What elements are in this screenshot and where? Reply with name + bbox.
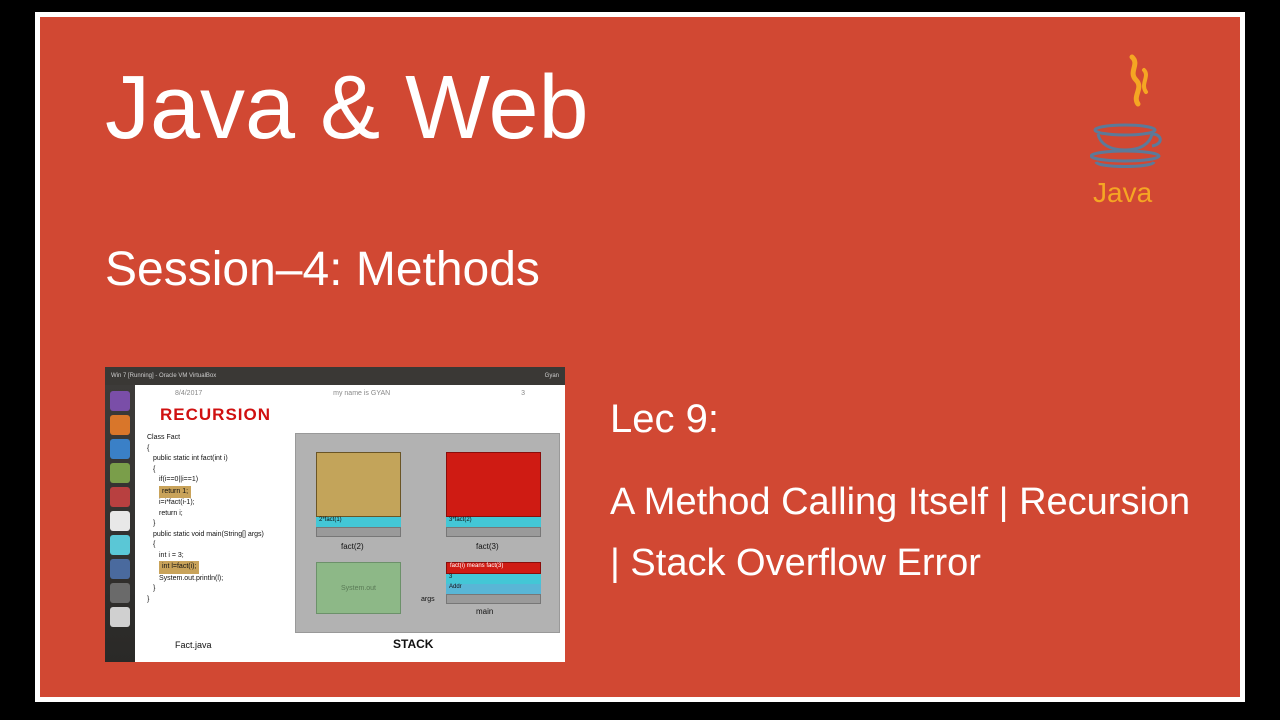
thumb-doc-header: 8/4/2017 my name is GYAN 3 <box>135 385 565 401</box>
code-line-highlight: return 1; <box>159 486 297 499</box>
sidebar-icon <box>110 511 130 531</box>
code-line: } <box>153 584 297 595</box>
subtitle: Session–4: Methods <box>105 242 540 297</box>
sidebar-icon <box>110 463 130 483</box>
code-line: { <box>147 444 297 455</box>
lecture-desc-line2: | Stack Overflow Error <box>610 542 981 584</box>
code-line: int i = 3; <box>159 551 297 562</box>
code-line: System.out.println(l); <box>159 574 297 585</box>
stack-label-main: main <box>476 607 493 616</box>
java-cup-icon <box>1090 122 1170 172</box>
code-line: return i; <box>159 509 297 520</box>
thumb-titlebar-right: Gyan <box>545 373 559 379</box>
thumb-stack-panel: 2*fact(1) fact(2) 3*fact(2) fact(3) Syst… <box>295 433 560 633</box>
stack-frame-main-i: 3 <box>446 574 541 584</box>
sidebar-icon <box>110 439 130 459</box>
thumb-window-titlebar: Win 7 [Running] - Oracle VM VirtualBox G… <box>105 367 565 385</box>
stack-frame-main-addr: Addr <box>446 584 541 594</box>
stack-frame-fact3-base <box>446 527 541 537</box>
stack-frame-fact3-val: 3*fact(2) <box>446 517 541 527</box>
lecture-desc-line1: A Method Calling Itself | Recursion <box>610 481 1190 523</box>
stack-frame-main-base <box>446 594 541 604</box>
thumb-heading-recursion: RECURSION <box>160 405 271 425</box>
thumb-filename: Fact.java <box>175 640 212 650</box>
sidebar-icon <box>110 415 130 435</box>
stack-frame-main-call: fact(i) means fact(3) <box>446 562 541 574</box>
lecture-number: Lec 9: <box>610 397 719 442</box>
screenshot-thumbnail: Win 7 [Running] - Oracle VM VirtualBox G… <box>105 367 565 662</box>
code-line: } <box>147 595 297 606</box>
sidebar-icon <box>110 535 130 555</box>
lecture-description: A Method Calling Itself | Recursion | St… <box>610 472 1190 594</box>
code-line: } <box>153 519 297 530</box>
java-logo-label: Java <box>1093 177 1152 209</box>
code-line: Class Fact <box>147 433 297 444</box>
sidebar-icon <box>110 583 130 603</box>
slide-canvas: Java & Web Session–4: Methods Java Lec 9… <box>35 12 1245 702</box>
stack-frame-fact2-val: 2*fact(1) <box>316 517 401 527</box>
sidebar-icon <box>110 559 130 579</box>
stack-label-fact2: fact(2) <box>341 542 364 551</box>
code-line: { <box>153 465 297 476</box>
thumb-sidebar <box>105 385 135 662</box>
stack-label-fact3: fact(3) <box>476 542 499 551</box>
thumb-header-page: 3 <box>521 390 525 397</box>
code-line: public static void main(String[] args) <box>153 530 297 541</box>
stack-heading: STACK <box>393 637 433 651</box>
thumb-header-date: 8/4/2017 <box>175 390 202 397</box>
code-line: public static int fact(int i) <box>153 454 297 465</box>
thumb-document-area: 8/4/2017 my name is GYAN 3 RECURSION Cla… <box>135 385 565 662</box>
java-logo: Java <box>1075 52 1195 222</box>
stack-label-args: args <box>421 596 435 603</box>
stack-frame-fact3-body <box>446 452 541 517</box>
code-line: i=i*fact(i-1); <box>159 498 297 509</box>
sidebar-icon <box>110 487 130 507</box>
stack-frame-fact2-body <box>316 452 401 517</box>
stack-frame-sysout: System.out <box>316 562 401 614</box>
thumb-code-block: Class Fact { public static int fact(int … <box>147 433 297 605</box>
sidebar-icon <box>110 391 130 411</box>
thumb-header-title: my name is GYAN <box>202 390 521 397</box>
thumb-titlebar-left: Win 7 [Running] - Oracle VM VirtualBox <box>111 373 216 379</box>
code-line: { <box>153 540 297 551</box>
java-steam-icon <box>1110 52 1160 112</box>
sidebar-icon <box>110 607 130 627</box>
main-title: Java & Web <box>105 57 589 160</box>
code-line: if(i==0||i==1) <box>159 475 297 486</box>
stack-frame-fact2-base <box>316 527 401 537</box>
code-line-highlight: int l=fact(i); <box>159 561 297 574</box>
